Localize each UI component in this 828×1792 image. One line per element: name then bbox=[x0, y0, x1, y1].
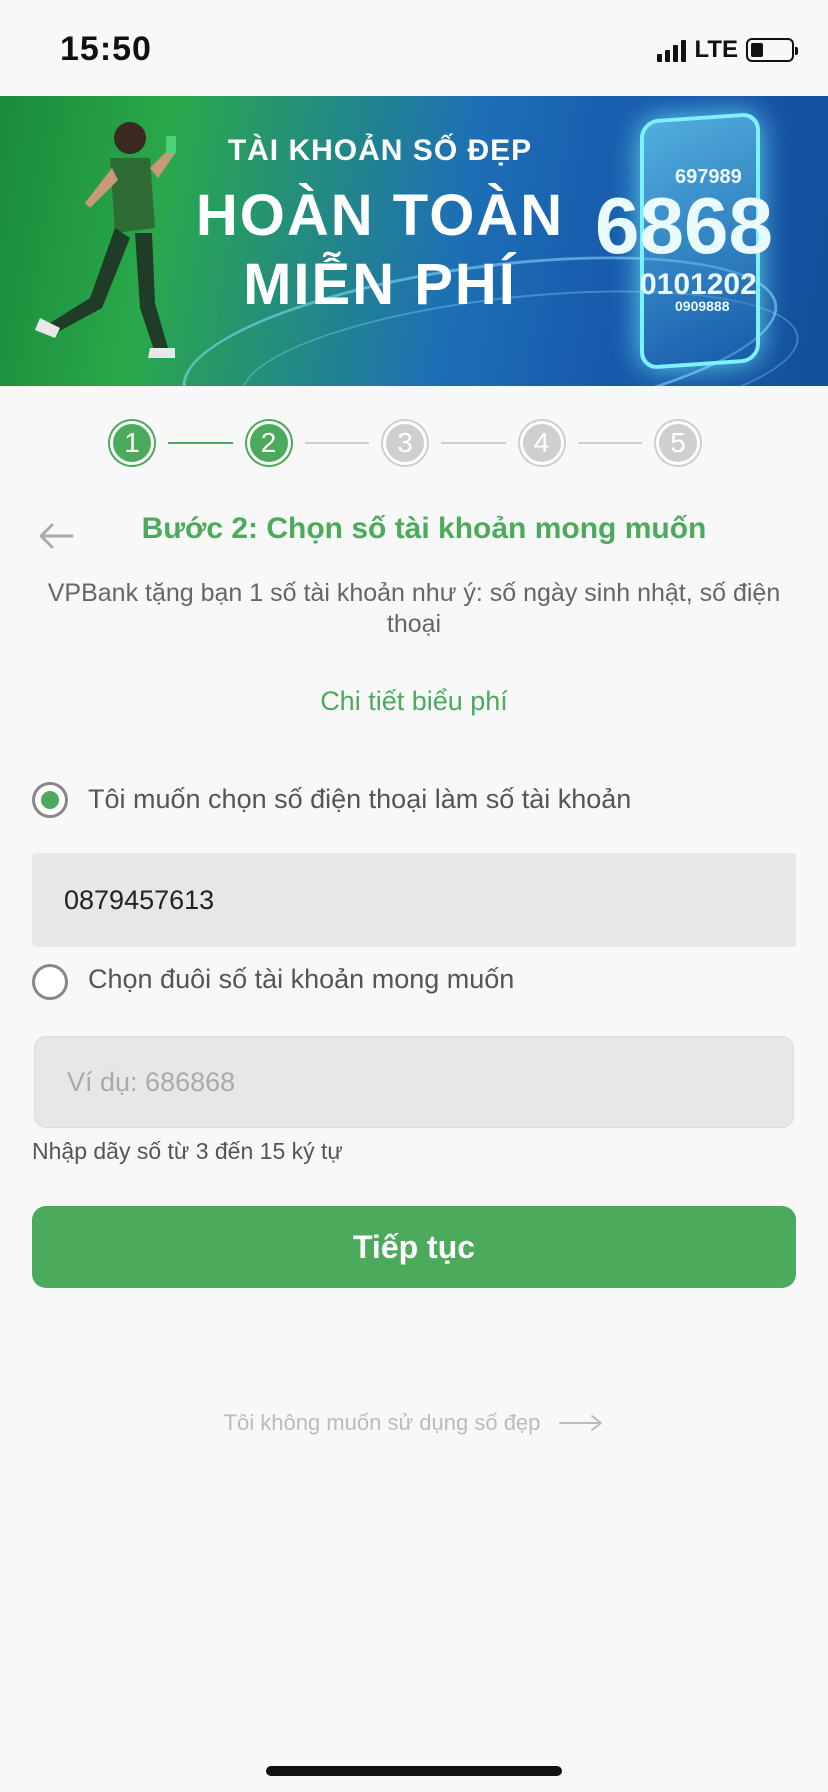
promo-banner: TÀI KHOẢN SỐ ĐẸP HOÀN TOÀN MIỄN PHÍ 6979… bbox=[0, 96, 828, 386]
step-connector bbox=[441, 442, 506, 444]
fee-details-link[interactable]: Chi tiết biểu phí bbox=[0, 686, 828, 717]
skip-link[interactable]: Tôi không muốn sử dụng số đẹp bbox=[0, 1410, 828, 1436]
phone-option-radio[interactable] bbox=[32, 782, 68, 818]
page-subtitle: VPBank tặng bạn 1 số tài khoản như ý: số… bbox=[47, 579, 781, 638]
input-hint: Nhập dãy số từ 3 đến 15 ký tự bbox=[32, 1138, 343, 1164]
continue-button[interactable]: Tiếp tục bbox=[32, 1206, 796, 1288]
signal-icon bbox=[657, 38, 687, 62]
custom-option-label[interactable]: Chọn đuôi số tài khoản mong muốn bbox=[88, 964, 514, 995]
banner-number: 6868 bbox=[595, 181, 773, 270]
banner-line-1: TÀI KHOẢN SỐ ĐẸP bbox=[227, 134, 533, 167]
step-2: 2 bbox=[246, 421, 291, 465]
step-indicator: 1 2 3 4 5 bbox=[110, 420, 700, 466]
step-5: 5 bbox=[656, 421, 700, 465]
phone-number-field[interactable]: 0879457613 bbox=[32, 853, 796, 947]
phone-option-label[interactable]: Tôi muốn chọn số điện thoại làm số tài k… bbox=[88, 784, 631, 815]
skip-link-label: Tôi không muốn sử dụng số đẹp bbox=[223, 1410, 541, 1435]
step-connector bbox=[304, 442, 369, 444]
step-1: 1 bbox=[110, 421, 154, 465]
network-type: LTE bbox=[694, 36, 738, 63]
status-indicators: LTE bbox=[657, 36, 798, 64]
arrow-right-icon bbox=[559, 1415, 603, 1431]
custom-number-input[interactable]: Ví dụ: 686868 bbox=[34, 1036, 794, 1128]
banner-line-2: HOÀN TOÀN bbox=[195, 183, 565, 248]
banner-headline: TÀI KHOẢN SỐ ĐẸP HOÀN TOÀN MIỄN PHÍ bbox=[180, 134, 580, 318]
status-bar: 15:50 LTE bbox=[0, 0, 828, 96]
back-arrow-icon[interactable] bbox=[36, 518, 76, 554]
page-title: Bước 2: Chọn số tài khoản mong muốn bbox=[141, 512, 707, 545]
status-time: 15:50 bbox=[60, 30, 152, 68]
step-4: 4 bbox=[519, 421, 564, 465]
banner-line-3: MIỄN PHÍ bbox=[243, 252, 517, 317]
home-indicator bbox=[266, 1766, 562, 1776]
battery-icon bbox=[746, 38, 798, 62]
banner-number: 0909888 bbox=[675, 298, 730, 314]
step-connector bbox=[168, 442, 233, 444]
custom-option-radio[interactable] bbox=[32, 964, 68, 1000]
step-connector bbox=[577, 442, 642, 444]
banner-number: 0101202 bbox=[640, 268, 757, 301]
runner-illustration bbox=[35, 122, 176, 358]
step-3: 3 bbox=[383, 421, 427, 465]
